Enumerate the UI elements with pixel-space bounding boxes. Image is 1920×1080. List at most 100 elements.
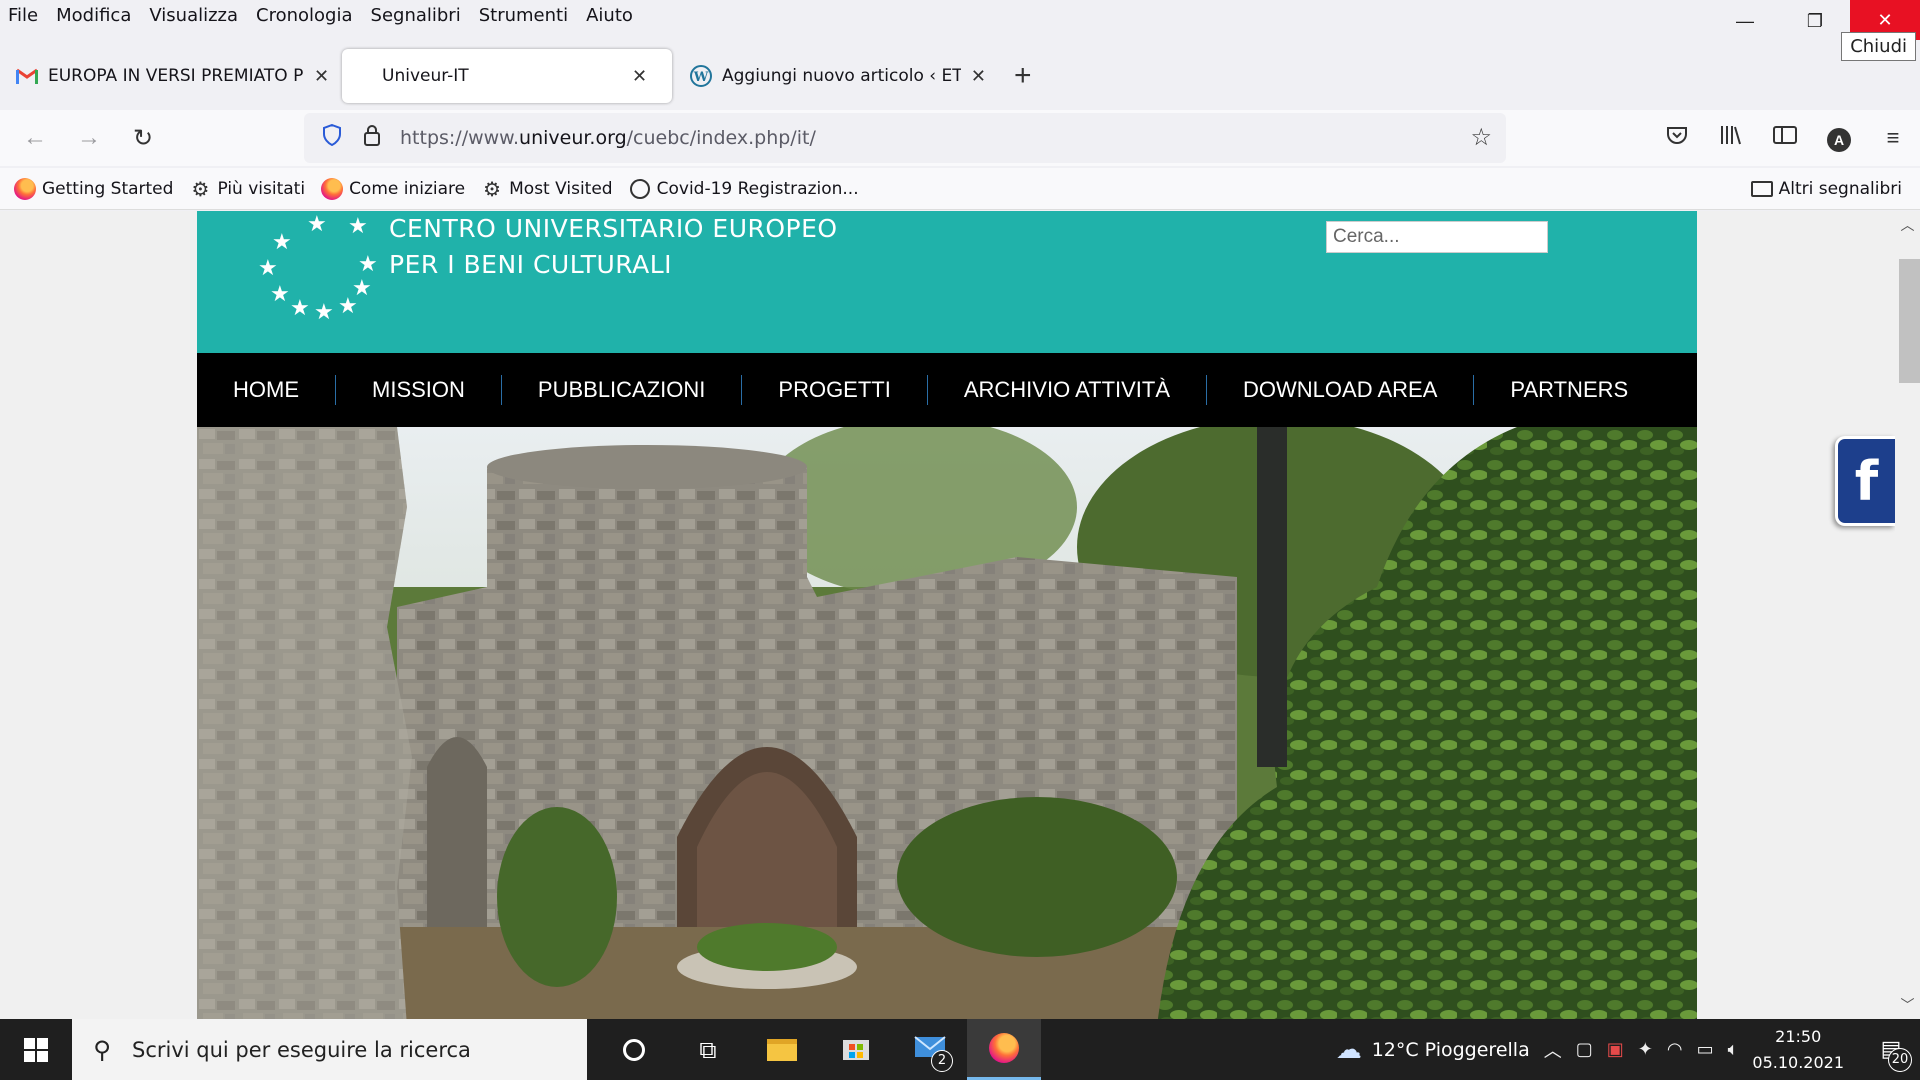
site-search-input[interactable] <box>1326 221 1548 253</box>
gear-icon: ⚙ <box>191 176 210 201</box>
logo-line-2: PER I BENI CULTURALI <box>389 250 673 279</box>
tab-label: Univeur-IT <box>382 66 469 86</box>
tab-close-icon[interactable]: ✕ <box>632 66 647 87</box>
menu-strumenti[interactable]: Strumenti <box>479 5 568 26</box>
tab-close-icon[interactable]: ✕ <box>314 66 329 87</box>
menu-segnalibri[interactable]: Segnalibri <box>371 5 461 26</box>
bookmark-piu-visitati[interactable]: ⚙ Più visitati <box>189 176 306 201</box>
bookmark-getting-started[interactable]: Getting Started <box>14 177 174 200</box>
eu-stars-logo-icon[interactable]: ★ ★ ★ ★ ★ ★ ★ ★ ★ ★ <box>252 211 382 324</box>
pocket-icon[interactable] <box>1650 125 1704 151</box>
mail-button[interactable]: 2 <box>893 1019 967 1080</box>
reload-button[interactable]: ↻ <box>116 124 170 153</box>
navigation-bar: ← → ↻ https://www.univeur.org/cuebc/inde… <box>0 110 1920 166</box>
menu-file[interactable]: File <box>8 5 38 26</box>
firefox-icon <box>989 1033 1019 1063</box>
menu-visualizza[interactable]: Visualizza <box>149 5 238 26</box>
facebook-icon: f <box>1854 449 1879 513</box>
bookmark-label: Come iniziare <box>349 178 466 199</box>
taskbar-search[interactable]: ⚲ Scrivi qui per eseguire la ricerca <box>72 1019 587 1080</box>
minimize-button[interactable]: — <box>1710 0 1780 42</box>
other-bookmarks[interactable]: Altri segnalibri <box>1750 168 1902 210</box>
system-tray: ☁ 12°C Pioggerella ︿ ▢ ▣ ✦ ◠ ▭ 🔈︎ 21:50 … <box>1336 1019 1920 1080</box>
firefox-taskbar-button[interactable] <box>967 1019 1041 1080</box>
close-tooltip: Chiudi <box>1841 32 1916 61</box>
page-viewport: ★ ★ ★ ★ ★ ★ ★ ★ ★ ★ CENTRO UNIVERSITARIO… <box>0 211 1895 1019</box>
menu-cronologia[interactable]: Cronologia <box>256 5 352 26</box>
url-bar[interactable]: https://www.univeur.org/cuebc/index.php/… <box>304 113 1506 163</box>
meet-now-icon[interactable]: ▢ <box>1576 1039 1593 1060</box>
gmail-icon <box>16 65 38 87</box>
taskbar-clock[interactable]: 21:50 05.10.2021 <box>1752 1024 1844 1076</box>
folder-icon <box>767 1038 797 1061</box>
nav-mission[interactable]: MISSION <box>336 375 502 405</box>
store-button[interactable] <box>819 1019 893 1080</box>
nav-home[interactable]: HOME <box>197 375 336 405</box>
task-view-button[interactable]: ⧉ <box>671 1019 745 1080</box>
cloud-rain-icon: ☁ <box>1335 1034 1362 1065</box>
bookmark-label: Most Visited <box>509 178 613 199</box>
plus-icon: + <box>1014 59 1032 92</box>
nav-progetti[interactable]: PROGETTI <box>742 375 928 405</box>
menu-modifica[interactable]: Modifica <box>56 5 131 26</box>
scroll-up-icon[interactable]: ︿ <box>1895 215 1920 235</box>
file-explorer-button[interactable] <box>745 1019 819 1080</box>
scroll-down-icon[interactable]: ﹀ <box>1895 995 1920 1015</box>
tab-gmail[interactable]: EUROPA IN VERSI PREMIATO PE ✕ <box>6 49 342 103</box>
clock-time: 21:50 <box>1775 1026 1822 1046</box>
antivirus-icon[interactable]: ▣ <box>1607 1039 1624 1060</box>
bookmark-star-icon[interactable]: ☆ <box>1470 123 1492 152</box>
tab-univeur[interactable]: Univeur-IT ✕ <box>342 49 672 103</box>
notification-count: 20 <box>1888 1048 1912 1072</box>
taskbar-apps: ⧉ 2 <box>597 1019 1041 1080</box>
bookmark-come-iniziare[interactable]: Come iniziare <box>321 177 466 200</box>
shield-icon[interactable] <box>312 123 352 152</box>
firefox-icon <box>321 177 344 200</box>
svg-text:W: W <box>693 70 709 85</box>
url-domain: univeur.org <box>519 127 627 149</box>
nav-archivio-attivita[interactable]: ARCHIVIO ATTIVITÀ <box>928 375 1208 405</box>
search-icon: ⚲ <box>93 1035 111 1064</box>
bookmark-covid[interactable]: Covid-19 Registrazion... <box>629 178 859 200</box>
menu-aiuto[interactable]: Aiuto <box>586 5 633 26</box>
account-avatar-icon[interactable]: A <box>1812 125 1866 152</box>
hero-image <box>197 427 1697 1019</box>
tab-wordpress[interactable]: W Aggiungi nuovo articolo ‹ ETiCi ✕ <box>680 49 996 103</box>
battery-icon[interactable]: ▭ <box>1697 1039 1714 1060</box>
bookmark-label: Getting Started <box>42 178 174 199</box>
bookmark-label: Più visitati <box>217 178 306 199</box>
windows-taskbar: ⚲ Scrivi qui per eseguire la ricerca ⧉ 2… <box>0 1019 1920 1080</box>
facebook-side-button[interactable]: f <box>1835 436 1895 526</box>
url-text[interactable]: https://www.univeur.org/cuebc/index.php/… <box>400 127 816 149</box>
nav-partners[interactable]: PARTNERS <box>1474 375 1664 405</box>
site-logo-text[interactable]: CENTRO UNIVERSITARIO EUROPEO PER I BENI … <box>389 211 838 283</box>
bookmark-most-visited[interactable]: ⚙ Most Visited <box>481 177 613 201</box>
nav-pubblicazioni[interactable]: PUBBLICAZIONI <box>502 375 743 405</box>
hamburger-menu-icon[interactable]: ≡ <box>1866 125 1920 151</box>
sidebar-icon[interactable] <box>1758 125 1812 151</box>
weather-text: 12°C Pioggerella <box>1371 1038 1530 1061</box>
cortana-button[interactable] <box>597 1019 671 1080</box>
url-path: /cuebc/index.php/it/ <box>626 127 816 149</box>
nav-download-area[interactable]: DOWNLOAD AREA <box>1207 375 1475 405</box>
minimize-icon: — <box>1736 10 1754 31</box>
restore-button[interactable]: ❐ <box>1780 0 1850 42</box>
wifi-icon[interactable]: ◠ <box>1667 1039 1683 1060</box>
firefox-icon <box>14 177 36 200</box>
back-button[interactable]: ← <box>8 124 62 152</box>
site-header: ★ ★ ★ ★ ★ ★ ★ ★ ★ ★ CENTRO UNIVERSITARIO… <box>197 211 1697 353</box>
start-button[interactable] <box>0 1019 72 1080</box>
notification-center-button[interactable]: ▤ 20 <box>1868 1037 1914 1072</box>
chevron-up-icon[interactable]: ︿ <box>1544 1037 1562 1063</box>
lock-icon[interactable] <box>352 124 392 152</box>
tab-close-icon[interactable]: ✕ <box>971 66 986 87</box>
weather-widget[interactable]: ☁ 12°C Pioggerella <box>1336 1035 1530 1065</box>
new-tab-button[interactable]: + <box>1014 59 1032 93</box>
page-scrollbar[interactable]: ︿ ﹀ <box>1895 211 1920 1019</box>
scrollbar-thumb[interactable] <box>1899 259 1920 383</box>
dropbox-icon[interactable]: ✦ <box>1638 1039 1653 1060</box>
reload-icon: ↻ <box>132 124 154 152</box>
volume-icon[interactable]: 🔈︎ <box>1728 1039 1739 1060</box>
forward-button[interactable]: → <box>62 124 116 152</box>
library-icon[interactable] <box>1704 124 1758 152</box>
